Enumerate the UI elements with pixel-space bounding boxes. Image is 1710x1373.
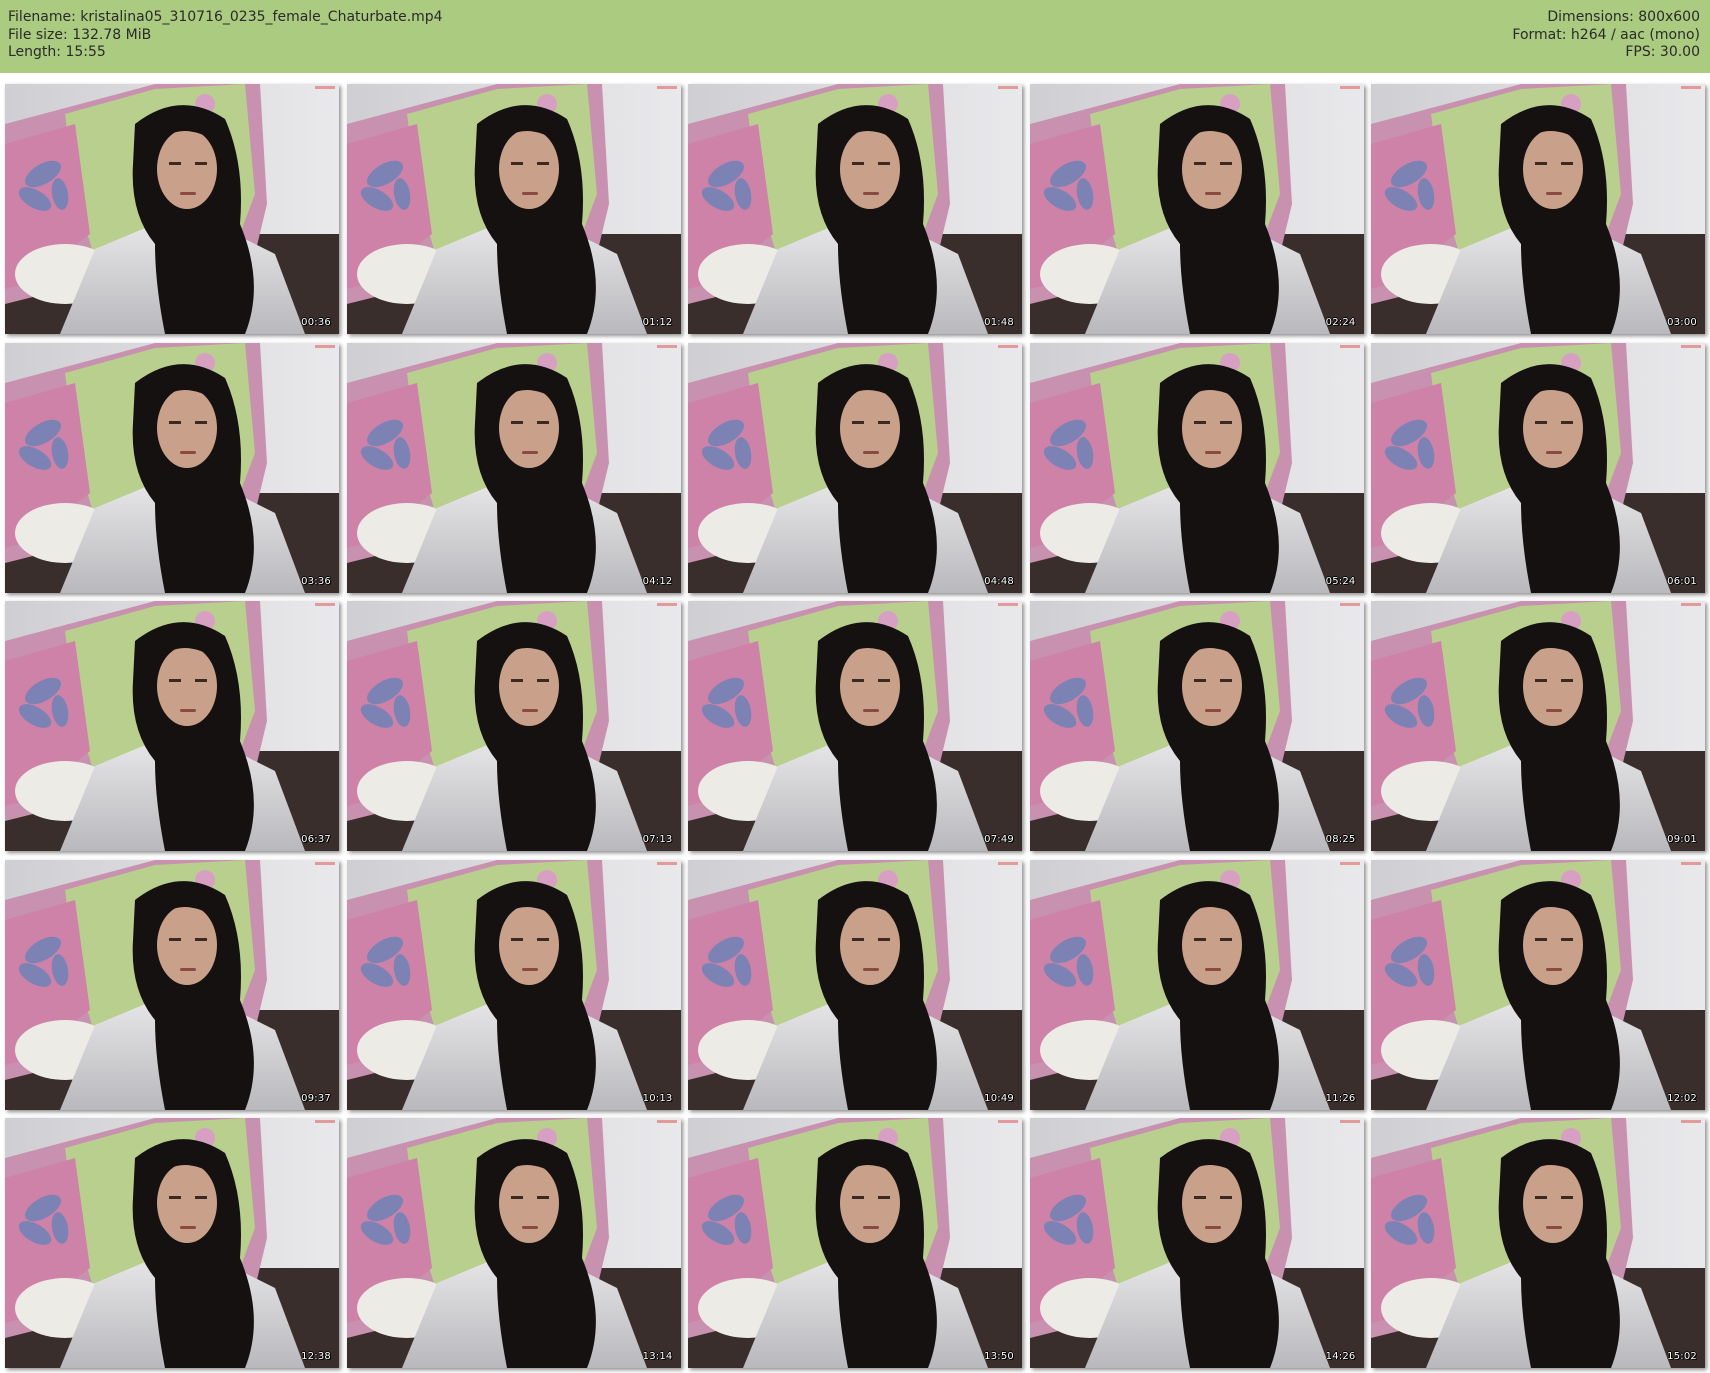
thumbnail-17[interactable]: 10:13: [346, 859, 681, 1110]
frame-image: [1371, 342, 1705, 593]
timestamp-label: 15:02: [1667, 1351, 1697, 1362]
frame-image: [688, 601, 1022, 851]
timestamp-label: 10:13: [642, 1092, 673, 1104]
timestamp-label: 02:24: [1325, 317, 1356, 328]
format-line: Format: h264 / aac (mono): [1512, 26, 1700, 43]
frame-image: [1029, 601, 1364, 851]
filesize-line: File size: 132.78 MiB: [8, 26, 152, 43]
thumbnail-19[interactable]: 11:26: [1029, 859, 1364, 1110]
timestamp-label: 09:37: [301, 1092, 331, 1104]
thumbnail-9[interactable]: 05:24: [1029, 342, 1364, 593]
timestamp-label: 13:50: [984, 1351, 1014, 1362]
frame-image: [5, 859, 339, 1110]
timestamp-label: 01:48: [984, 317, 1014, 328]
timestamp-label: 10:49: [984, 1092, 1014, 1104]
timestamp-label: 07:49: [984, 834, 1014, 845]
frame-image: [5, 1118, 339, 1368]
frame-image: [346, 342, 681, 593]
thumbnail-16[interactable]: 09:37: [5, 859, 339, 1110]
frame-image: [1371, 1118, 1705, 1368]
info-header: Filename: kristalina05_310716_0235_femal…: [0, 0, 1710, 73]
timestamp-label: 03:00: [1667, 317, 1697, 328]
thumbnail-13[interactable]: 07:49: [688, 601, 1022, 851]
frame-image: [346, 1118, 681, 1368]
thumbnail-15[interactable]: 09:01: [1371, 601, 1705, 851]
thumbnail-11[interactable]: 06:37: [5, 601, 339, 851]
video-info: Dimensions: 800x600 Format: h264 / aac (…: [1512, 9, 1700, 62]
thumbnail-10[interactable]: 06:01: [1371, 342, 1705, 593]
frame-image: [346, 859, 681, 1110]
timestamp-label: 06:01: [1667, 575, 1697, 587]
thumbnail-20[interactable]: 12:02: [1371, 859, 1705, 1110]
filename-line: Filename: kristalina05_310716_0235_femal…: [8, 9, 443, 25]
timestamp-label: 11:26: [1325, 1092, 1356, 1104]
thumbnail-grid: 00:36 01:12 01:48 02:24 03:00 03:36 04:1…: [5, 84, 1705, 1368]
frame-image: [688, 84, 1022, 334]
frame-image: [688, 342, 1022, 593]
frame-image: [1029, 1118, 1364, 1368]
frame-image: [5, 601, 339, 851]
thumbnail-22[interactable]: 13:14: [346, 1118, 681, 1368]
frame-image: [1029, 84, 1364, 334]
thumbnail-6[interactable]: 03:36: [5, 342, 339, 593]
timestamp-label: 04:12: [642, 575, 673, 587]
thumbnail-5[interactable]: 03:00: [1371, 84, 1705, 334]
frame-image: [1029, 342, 1364, 593]
thumbnail-18[interactable]: 10:49: [688, 859, 1022, 1110]
frame-image: [1029, 859, 1364, 1110]
timestamp-label: 08:25: [1325, 834, 1356, 845]
timestamp-label: 13:14: [642, 1351, 673, 1362]
thumbnail-4[interactable]: 02:24: [1029, 84, 1364, 334]
thumbnail-23[interactable]: 13:50: [688, 1118, 1022, 1368]
thumbnail-8[interactable]: 04:48: [688, 342, 1022, 593]
fps-line: FPS: 30.00: [1625, 44, 1700, 60]
thumbnail-21[interactable]: 12:38: [5, 1118, 339, 1368]
thumbnail-24[interactable]: 14:26: [1029, 1118, 1364, 1368]
frame-image: [5, 342, 339, 593]
thumbnail-14[interactable]: 08:25: [1029, 601, 1364, 851]
frame-image: [1371, 859, 1705, 1110]
timestamp-label: 06:37: [301, 834, 331, 845]
frame-image: [346, 84, 681, 334]
timestamp-label: 14:26: [1325, 1351, 1356, 1362]
timestamp-label: 00:36: [301, 317, 331, 328]
thumbnail-7[interactable]: 04:12: [346, 342, 681, 593]
thumbnail-25[interactable]: 15:02: [1371, 1118, 1705, 1368]
file-info: Filename: kristalina05_310716_0235_femal…: [8, 9, 443, 62]
frame-image: [5, 84, 339, 334]
frame-image: [1371, 601, 1705, 851]
timestamp-label: 04:48: [984, 575, 1014, 587]
length-line: Length: 15:55: [8, 44, 106, 60]
thumbnail-1[interactable]: 00:36: [5, 84, 339, 334]
thumbnail-2[interactable]: 01:12: [346, 84, 681, 334]
timestamp-label: 01:12: [642, 317, 673, 328]
thumbnail-12[interactable]: 07:13: [346, 601, 681, 851]
frame-image: [688, 1118, 1022, 1368]
frame-image: [346, 601, 681, 851]
timestamp-label: 12:38: [301, 1351, 331, 1362]
timestamp-label: 03:36: [301, 575, 331, 587]
frame-image: [1371, 84, 1705, 334]
frame-image: [688, 859, 1022, 1110]
thumbnail-3[interactable]: 01:48: [688, 84, 1022, 334]
timestamp-label: 09:01: [1667, 834, 1697, 845]
timestamp-label: 05:24: [1325, 575, 1356, 587]
timestamp-label: 07:13: [642, 834, 673, 845]
dimensions-line: Dimensions: 800x600: [1547, 9, 1700, 25]
timestamp-label: 12:02: [1667, 1092, 1697, 1104]
